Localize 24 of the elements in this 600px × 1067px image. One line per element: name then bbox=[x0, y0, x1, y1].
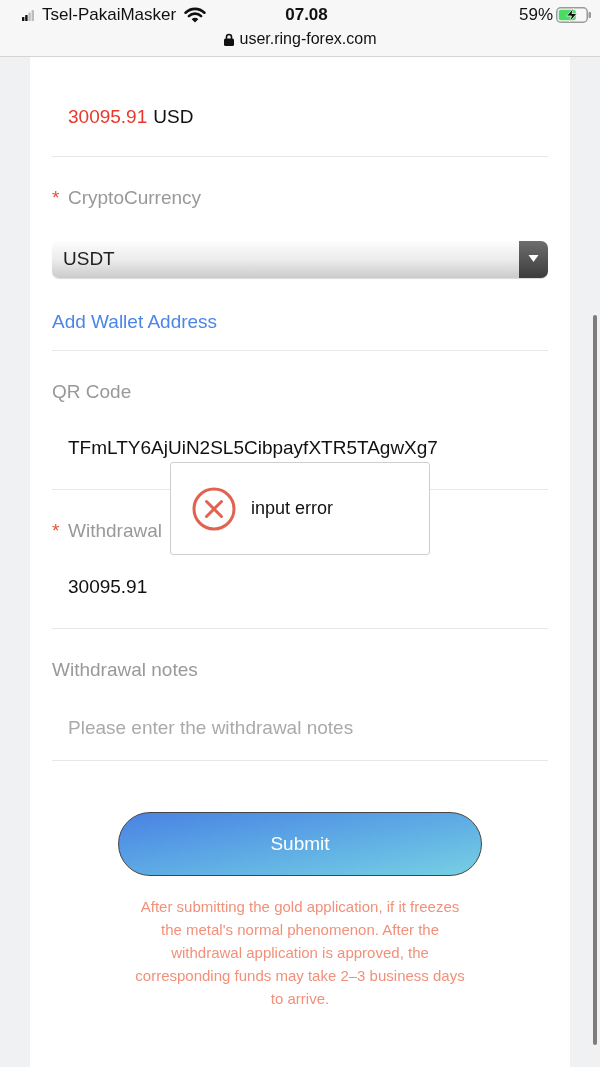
amount-value: 30095.91 bbox=[68, 105, 148, 129]
field-label: Withdrawal notes bbox=[52, 658, 198, 682]
add-wallet-address-link[interactable]: Add Wallet Address bbox=[52, 309, 218, 335]
currency-unit: USD bbox=[153, 105, 194, 129]
error-icon bbox=[192, 486, 236, 531]
field-label: QR Code bbox=[52, 380, 132, 404]
field-label: CryptoCurrency bbox=[68, 186, 202, 210]
required-asterisk: * bbox=[52, 519, 61, 543]
battery-percentage: 59% bbox=[519, 4, 553, 27]
currency-select[interactable]: USDT bbox=[52, 241, 548, 278]
lock-icon bbox=[223, 32, 234, 46]
signal-strength-icon bbox=[22, 9, 34, 21]
withdrawal-notice: After submitting the gold application, if it freezes the metal's normal phenomenon. After the withdrawal application is approved, the corresponding funds may take 2–3 business days to arrive. bbox=[134, 897, 466, 1009]
text-field[interactable]: TFmLTY6AjUiN2SL5CibpayfXTR5TAgwXg7 bbox=[68, 435, 438, 461]
notes-input[interactable]: Please enter the withdrawal notes bbox=[52, 715, 548, 741]
text-field[interactable]: 30095.91 bbox=[68, 574, 148, 600]
clock-time: 07.08 bbox=[285, 4, 328, 27]
required-asterisk: * bbox=[52, 186, 61, 210]
wifi-icon bbox=[184, 7, 207, 23]
carrier-name: Tsel-PakaiMasker bbox=[42, 4, 177, 27]
toast-message: input error bbox=[251, 497, 334, 520]
field-label: Withdrawal bbox=[68, 519, 162, 543]
scrollbar-thumb[interactable] bbox=[593, 315, 597, 1045]
url-text[interactable]: user.ring-forex.com bbox=[239, 30, 377, 48]
